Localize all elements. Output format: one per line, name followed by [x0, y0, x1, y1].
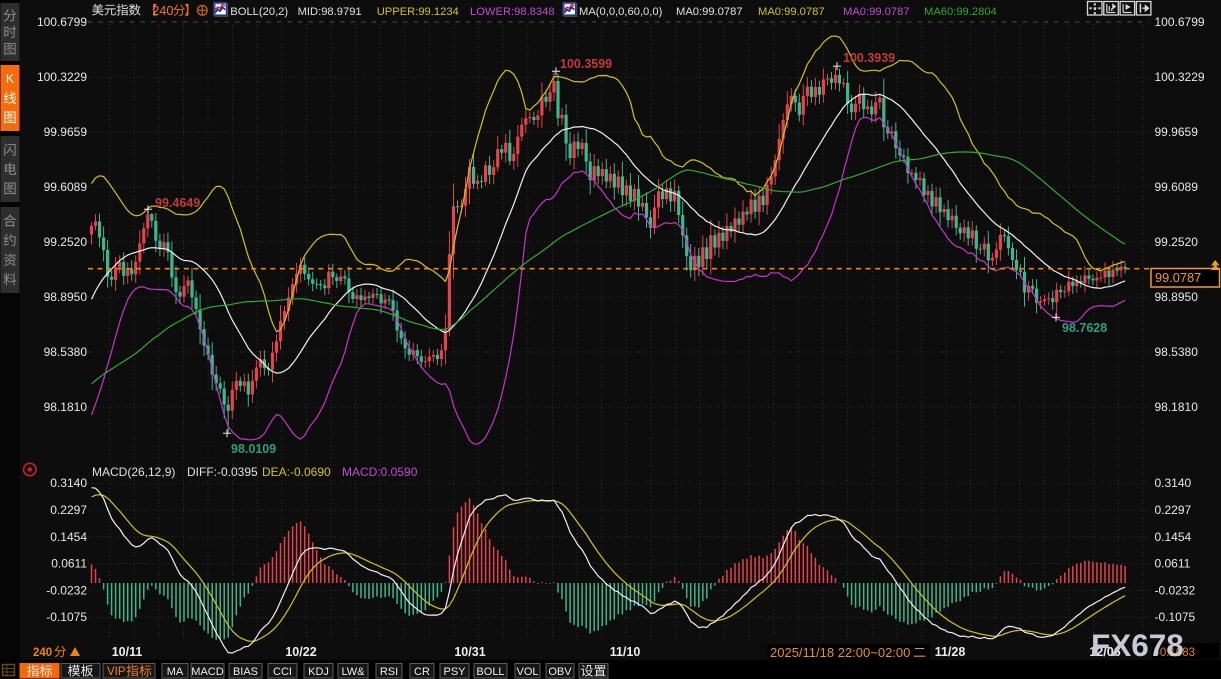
svg-text:100.3229: 100.3229 — [1155, 70, 1205, 84]
svg-text:MA(0,0,0,60,0,0): MA(0,0,0,60,0,0) — [579, 6, 663, 18]
svg-text:MACD: MACD — [191, 666, 223, 678]
svg-text:DEA:-0.0690: DEA:-0.0690 — [262, 465, 331, 479]
svg-text:99.9659: 99.9659 — [1155, 125, 1199, 139]
svg-text:-0.0232: -0.0232 — [1155, 583, 1196, 597]
svg-text:99.6089: 99.6089 — [44, 180, 88, 194]
svg-text:OBV: OBV — [548, 666, 572, 678]
svg-text:98.1810: 98.1810 — [44, 400, 88, 414]
svg-text:99.2520: 99.2520 — [1155, 235, 1199, 249]
svg-text:0.3140: 0.3140 — [50, 476, 87, 490]
svg-text:100.6799: 100.6799 — [37, 15, 87, 29]
svg-text:99.2520: 99.2520 — [44, 235, 88, 249]
svg-text:98.5380: 98.5380 — [44, 345, 88, 359]
svg-text:-0.0232: -0.0232 — [46, 583, 87, 597]
svg-text:MA0:99.0787: MA0:99.0787 — [758, 6, 825, 18]
svg-text:10/11: 10/11 — [112, 645, 143, 659]
svg-text:0.0611: 0.0611 — [51, 557, 87, 571]
svg-text:99.0787: 99.0787 — [1155, 270, 1201, 285]
svg-text:MACD(26,12,9): MACD(26,12,9) — [92, 465, 175, 479]
svg-text:240: 240 — [33, 647, 52, 659]
svg-text:CR: CR — [414, 666, 430, 678]
svg-text:MA60:99.2804: MA60:99.2804 — [924, 6, 997, 18]
svg-text:0.2297: 0.2297 — [1155, 503, 1192, 517]
svg-text:10/31: 10/31 — [454, 645, 485, 659]
svg-text:K: K — [6, 72, 15, 86]
svg-text:LOWER:98.8348: LOWER:98.8348 — [470, 6, 555, 18]
svg-text:-0.1075: -0.1075 — [1155, 610, 1196, 624]
svg-text:LW&: LW& — [341, 666, 365, 678]
svg-text:98.5380: 98.5380 — [1155, 345, 1199, 359]
svg-text:KDJ: KDJ — [308, 666, 329, 678]
svg-text:VOL: VOL — [516, 666, 538, 678]
svg-text:MACD:0.0590: MACD:0.0590 — [342, 465, 418, 479]
svg-text:98.8950: 98.8950 — [1155, 290, 1199, 304]
svg-text:0.3140: 0.3140 — [1155, 476, 1192, 490]
svg-text:BOLL: BOLL — [476, 666, 504, 678]
svg-text:99.9659: 99.9659 — [44, 125, 88, 139]
svg-text:BOLL(20,2): BOLL(20,2) — [230, 6, 288, 18]
svg-text:MA: MA — [167, 666, 184, 678]
svg-text:0.1454: 0.1454 — [1155, 530, 1192, 544]
svg-text:240: 240 — [152, 3, 173, 18]
svg-text:PSY: PSY — [443, 666, 466, 678]
svg-text:CCI: CCI — [273, 666, 292, 678]
svg-text:0.2297: 0.2297 — [50, 503, 87, 517]
svg-text:MID:98.9791: MID:98.9791 — [298, 6, 362, 18]
svg-text:98.7628: 98.7628 — [1062, 321, 1107, 335]
svg-text:BIAS: BIAS — [233, 666, 258, 678]
svg-text:10/22: 10/22 — [285, 645, 316, 659]
svg-text:98.8950: 98.8950 — [44, 290, 88, 304]
svg-text:-0.1075: -0.1075 — [46, 610, 87, 624]
svg-text:99.4649: 99.4649 — [155, 196, 200, 210]
svg-text:VIP: VIP — [107, 666, 126, 678]
svg-text:100.6799: 100.6799 — [1155, 15, 1205, 29]
svg-text:FX678: FX678 — [1091, 627, 1184, 663]
svg-text:0.1454: 0.1454 — [50, 530, 87, 544]
svg-text:MA0:99.0787: MA0:99.0787 — [676, 6, 743, 18]
svg-text:98.0109: 98.0109 — [231, 442, 276, 456]
svg-text:MA0:99.0787: MA0:99.0787 — [843, 6, 910, 18]
svg-text:100.3229: 100.3229 — [37, 70, 87, 84]
svg-text:11/10: 11/10 — [610, 645, 641, 659]
svg-text:100.3599: 100.3599 — [560, 57, 612, 71]
svg-text:2025/11/18 22:00~02:00: 2025/11/18 22:00~02:00 — [770, 645, 910, 660]
svg-text:DIFF:-0.0395: DIFF:-0.0395 — [187, 465, 258, 479]
svg-text:0.0611: 0.0611 — [1155, 557, 1191, 571]
svg-text:RSI: RSI — [380, 666, 398, 678]
svg-text:98.1810: 98.1810 — [1155, 400, 1199, 414]
svg-text:100.3939: 100.3939 — [843, 51, 895, 65]
svg-text:99.6089: 99.6089 — [1155, 180, 1199, 194]
svg-text:UPPER:99.1234: UPPER:99.1234 — [377, 6, 459, 18]
svg-text:11/28: 11/28 — [935, 645, 966, 659]
